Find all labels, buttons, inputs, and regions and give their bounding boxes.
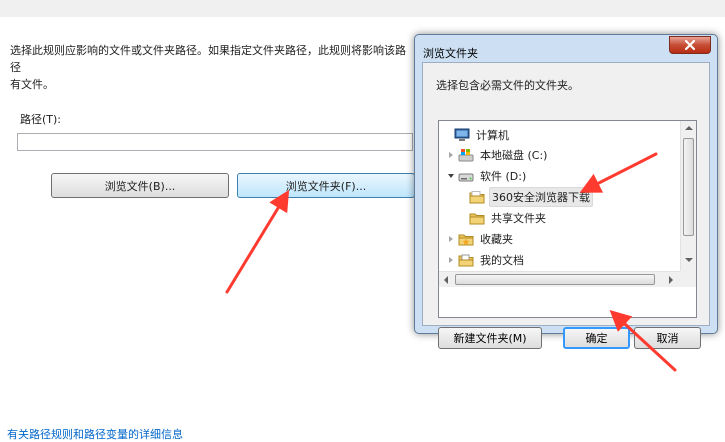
scroll-left-icon[interactable] (444, 276, 448, 284)
tree-node-label: 收藏夹 (480, 233, 513, 246)
tree-node-drive-d[interactable]: 软件 (D:) (447, 167, 528, 185)
tree-node-computer[interactable]: 计算机 (443, 126, 511, 144)
browse-folder-dialog: 浏览文件夹 选择包含必需文件的文件夹。 计算机 本地磁盘 (C:) 软件 (D:… (414, 34, 718, 349)
tree-node-label: 计算机 (476, 129, 509, 142)
tree-horizontal-scrollbar[interactable] (439, 271, 680, 287)
path-rule-help-link[interactable]: 有关路径规则和路径变量的详细信息 (7, 426, 183, 442)
tree-node-label: 软件 (D:) (480, 170, 527, 183)
dialog-close-button[interactable] (669, 36, 711, 54)
browse-folder-button[interactable]: 浏览文件夹(F)... (237, 173, 415, 198)
scroll-right-icon[interactable] (669, 276, 673, 284)
documents-folder-icon (458, 254, 474, 267)
favorites-folder-icon (458, 234, 474, 246)
tree-node-shared-folder[interactable]: 共享文件夹 (458, 209, 548, 227)
folder-tree[interactable]: 计算机 本地磁盘 (C:) 软件 (D:) 360安全浏览器下载 共享文件夹 收… (438, 120, 697, 318)
tree-node-label: 共享文件夹 (491, 212, 546, 225)
new-folder-button[interactable]: 新建文件夹(M) (438, 327, 542, 349)
ok-button[interactable]: 确定 (563, 327, 630, 349)
scrollbar-corner (680, 271, 696, 287)
scrollbar-thumb[interactable] (455, 274, 655, 285)
cancel-button[interactable]: 取消 (634, 327, 701, 349)
folder-icon (469, 191, 485, 204)
scroll-down-icon[interactable] (685, 258, 693, 262)
chevron-right-icon[interactable] (447, 151, 455, 159)
browse-file-button[interactable]: 浏览文件(B)... (51, 173, 229, 198)
computer-icon (454, 128, 470, 141)
tree-node-label: 我的文档 (480, 254, 524, 267)
scroll-up-icon[interactable] (685, 126, 693, 130)
tree-node-360-downloads[interactable]: 360安全浏览器下载 (458, 187, 593, 207)
tree-vertical-scrollbar[interactable] (680, 121, 696, 271)
chevron-right-icon[interactable] (447, 235, 455, 243)
drive-icon (458, 173, 474, 182)
tree-node-label: 本地磁盘 (C:) (480, 149, 548, 162)
chevron-right-icon[interactable] (447, 256, 455, 264)
dialog-prompt: 选择包含必需文件的文件夹。 (436, 79, 579, 92)
folder-icon (469, 213, 485, 225)
tree-node-label: 360安全浏览器下载 (489, 187, 593, 207)
windows-drive-icon (458, 149, 474, 162)
rule-description: 选择此规则应影响的文件或文件夹路径。如果指定文件夹路径，此规则将影响该路径 有文… (10, 44, 406, 91)
annotation-arrow-to-browse-folder (225, 189, 290, 294)
tree-node-my-documents[interactable]: 我的文档 (447, 251, 526, 269)
tree-node-favorites[interactable]: 收藏夹 (447, 230, 515, 248)
close-x-icon (685, 40, 695, 50)
scrollbar-thumb[interactable] (683, 138, 694, 236)
chevron-down-icon[interactable] (447, 172, 455, 180)
top-strip (0, 0, 725, 17)
dialog-body: 选择包含必需文件的文件夹。 计算机 本地磁盘 (C:) 软件 (D:) 360安… (422, 62, 710, 349)
path-label: 路径(T): (20, 113, 62, 126)
dialog-title: 浏览文件夹 (423, 47, 478, 60)
path-input[interactable] (17, 133, 413, 151)
tree-node-drive-c[interactable]: 本地磁盘 (C:) (447, 146, 549, 164)
